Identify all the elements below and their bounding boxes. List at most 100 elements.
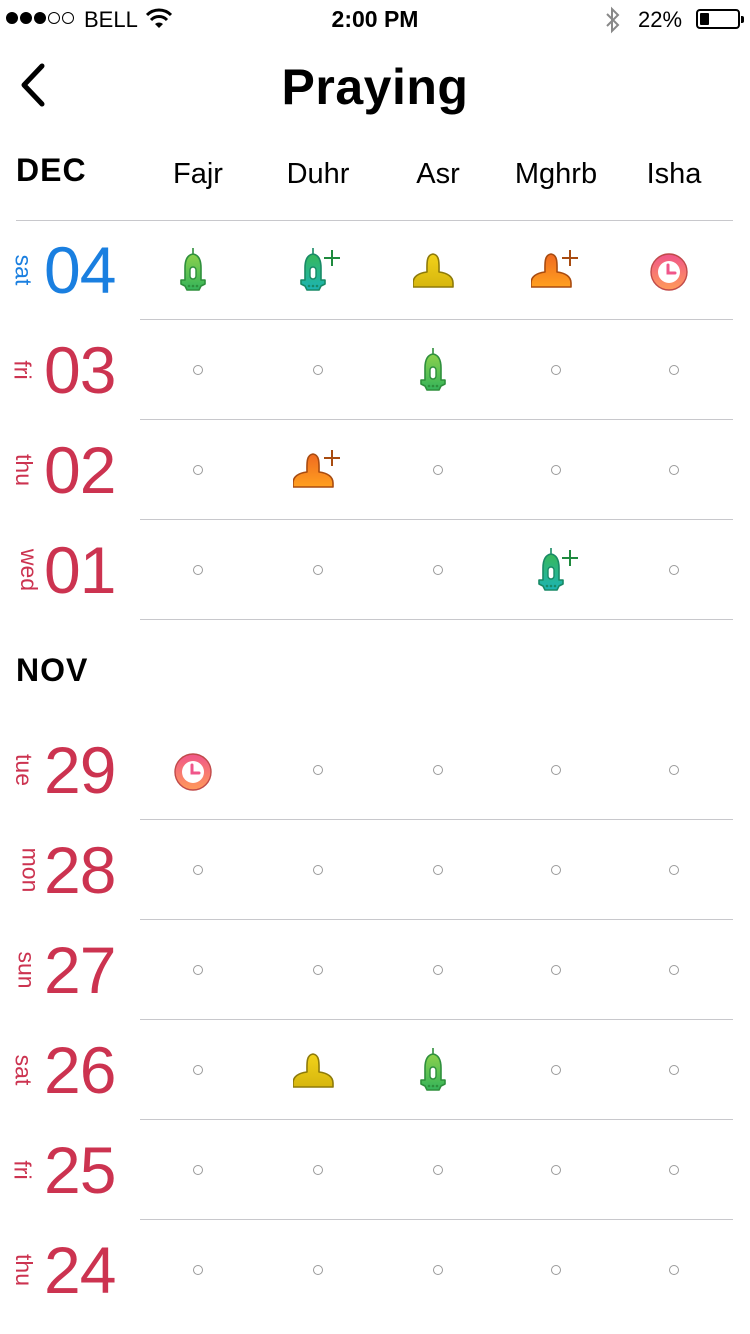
day-number: 04 [44,233,116,307]
empty-dot-icon [669,1165,679,1175]
empty-dot-icon [551,1065,561,1075]
prayer-cell-mghrb[interactable] [496,1120,616,1220]
column-header-isha: Isha [646,158,702,190]
alone-late-icon [293,450,340,488]
weekday-label: sun [13,951,40,989]
prayer-cell-mghrb[interactable] [496,220,616,320]
prayer-cell-mghrb[interactable] [496,320,616,420]
prayer-cell-fajr[interactable] [138,420,258,520]
empty-dot-icon [669,1065,679,1075]
prayer-cell-isha[interactable] [614,320,734,420]
prayer-cell-asr[interactable] [378,1020,498,1120]
prayer-cell-isha[interactable] [614,920,734,1020]
weekday-label: sat [10,1054,37,1086]
prayer-cell-fajr[interactable] [138,520,258,620]
prayer-cell-isha[interactable] [614,820,734,920]
empty-dot-icon [551,765,561,775]
prayer-cell-duhr[interactable] [258,220,378,320]
prayer-cell-isha[interactable] [614,220,734,320]
weekday-label: thu [10,1254,37,1286]
day-row: thu 24 [0,1220,750,1320]
prayer-cell-asr[interactable] [378,420,498,520]
prayer-cell-asr[interactable] [378,1220,498,1320]
prayer-cell-fajr[interactable] [138,1120,258,1220]
day-row: mon 28 [0,820,750,920]
day-row: tue 29 [0,720,750,820]
prayer-cell-isha[interactable] [614,420,734,520]
empty-dot-icon [669,465,679,475]
empty-dot-icon [433,765,443,775]
empty-dot-icon [669,565,679,575]
prayer-cell-mghrb[interactable] [496,420,616,520]
prayer-cell-isha[interactable] [614,720,734,820]
prayer-cell-asr[interactable] [378,1120,498,1220]
prayer-cell-duhr[interactable] [258,420,378,520]
prayer-cell-mghrb[interactable] [496,920,616,1020]
prayer-cell-mghrb[interactable] [496,1220,616,1320]
prayer-cell-fajr[interactable] [138,720,258,820]
prayer-cell-duhr[interactable] [258,1020,378,1120]
day-row: wed 01 [0,520,750,620]
empty-dot-icon [433,465,443,475]
empty-dot-icon [193,565,203,575]
page-title: Praying [281,59,469,115]
day-number: 27 [44,933,116,1007]
prayer-cell-fajr[interactable] [138,320,258,420]
alone-late-icon [531,250,578,288]
prayer-cell-mghrb[interactable] [496,1020,616,1120]
prayer-cell-fajr[interactable] [138,1220,258,1320]
empty-dot-icon [669,865,679,875]
empty-dot-icon [433,1165,443,1175]
prayer-cell-isha[interactable] [614,1120,734,1220]
day-row: sat 04 [0,220,750,320]
prayer-cell-mghrb[interactable] [496,720,616,820]
prayer-cell-fajr[interactable] [138,820,258,920]
empty-dot-icon [433,1265,443,1275]
day-row: fri 03 [0,320,750,420]
prayer-cell-isha[interactable] [614,520,734,620]
empty-dot-icon [313,1265,323,1275]
empty-dot-icon [313,965,323,975]
empty-dot-icon [551,365,561,375]
mosque-icon [420,348,446,391]
alone-icon [413,253,454,288]
weekday-label: mon [17,847,44,893]
weekday-label: fri [9,360,36,380]
prayer-cell-mghrb[interactable] [496,820,616,920]
alone-icon [293,1053,334,1088]
weekday-label: fri [9,1160,36,1180]
month-header: NOV [16,652,89,688]
prayer-cell-fajr[interactable] [138,1020,258,1120]
month-header: DEC [16,152,87,188]
day-number: 02 [44,433,116,507]
status-bar: BELL 2:00 PM 22% [0,0,750,40]
prayer-cell-asr[interactable] [378,820,498,920]
empty-dot-icon [193,1265,203,1275]
prayer-cell-asr[interactable] [378,920,498,1020]
empty-dot-icon [433,865,443,875]
empty-dot-icon [193,1065,203,1075]
prayer-cell-duhr[interactable] [258,1120,378,1220]
empty-dot-icon [551,865,561,875]
prayer-cell-duhr[interactable] [258,820,378,920]
day-number: 24 [44,1233,116,1307]
prayer-cell-mghrb[interactable] [496,520,616,620]
empty-dot-icon [193,365,203,375]
prayer-cell-duhr[interactable] [258,520,378,620]
empty-dot-icon [669,1265,679,1275]
prayer-cell-fajr[interactable] [138,220,258,320]
empty-dot-icon [551,1165,561,1175]
prayer-cell-duhr[interactable] [258,1220,378,1320]
prayer-cell-duhr[interactable] [258,920,378,1020]
empty-dot-icon [313,865,323,875]
prayer-cell-asr[interactable] [378,220,498,320]
prayer-cell-asr[interactable] [378,720,498,820]
prayer-cell-isha[interactable] [614,1020,734,1120]
prayer-cell-isha[interactable] [614,1220,734,1320]
mosque-icon [420,1048,446,1091]
prayer-cell-duhr[interactable] [258,720,378,820]
prayer-cell-asr[interactable] [378,520,498,620]
prayer-cell-asr[interactable] [378,320,498,420]
prayer-cell-fajr[interactable] [138,920,258,1020]
prayer-cell-duhr[interactable] [258,320,378,420]
